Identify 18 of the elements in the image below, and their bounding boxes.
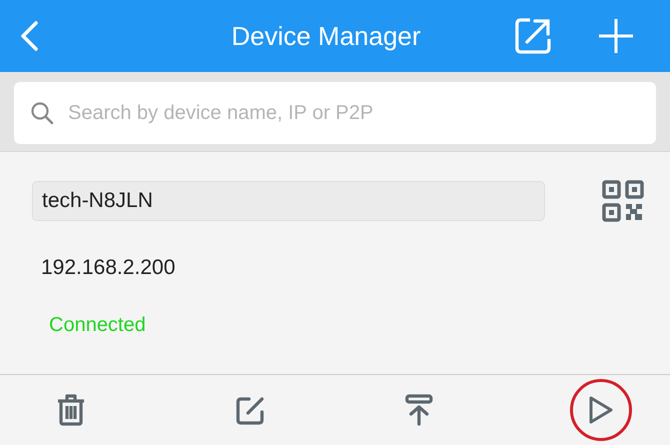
qr-code-button[interactable] <box>602 180 644 222</box>
share-button[interactable] <box>514 17 552 55</box>
play-button[interactable] <box>570 379 632 441</box>
page-title: Device Manager <box>231 20 421 52</box>
add-button[interactable] <box>598 18 634 54</box>
play-icon <box>588 395 614 425</box>
edit-icon <box>236 395 266 425</box>
search-icon <box>30 101 54 125</box>
qr-code-icon <box>602 180 644 222</box>
device-name-field[interactable]: tech-N8JLN <box>32 181 545 221</box>
search-field[interactable]: Search by device name, IP or P2P <box>14 82 656 144</box>
back-icon <box>18 20 40 52</box>
arrow-up-to-bar-icon <box>404 394 433 426</box>
trash-icon <box>56 394 86 426</box>
connection-status: Connected <box>49 314 147 337</box>
external-link-icon <box>514 17 552 55</box>
plus-icon <box>598 18 634 54</box>
ip-address: 192.168.2.200 <box>41 256 176 280</box>
